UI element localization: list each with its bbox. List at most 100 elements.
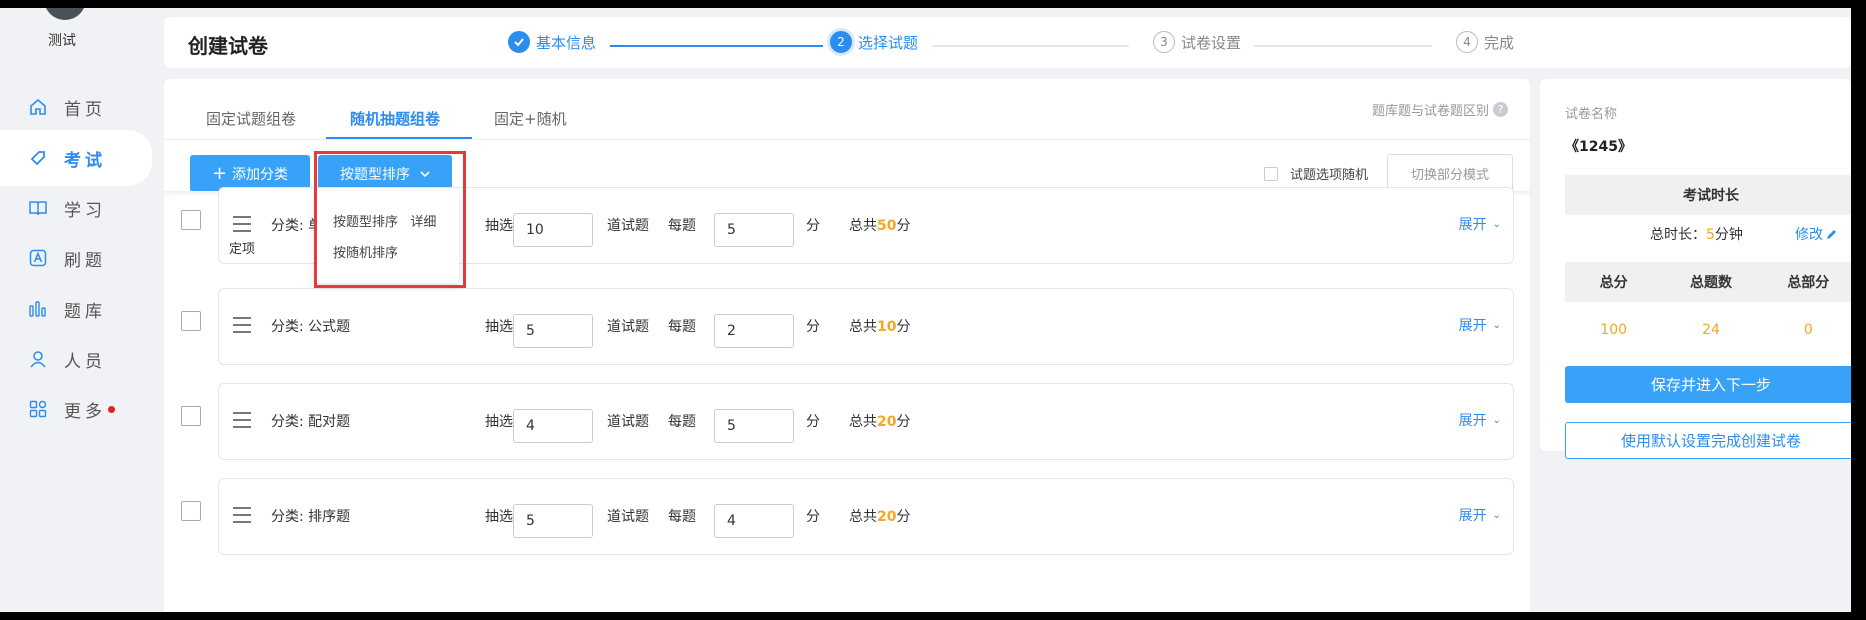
questions-label: 道试题 bbox=[607, 218, 649, 234]
tab-fixed[interactable]: 固定试题组卷 bbox=[206, 108, 296, 129]
sidebar-item-exam[interactable]: 考试 bbox=[0, 130, 152, 186]
category-row: 分类: 排序题 抽选 5 道试题 每题 4 分 总共20分 展开 ⌄ bbox=[218, 478, 1514, 555]
step-number: 3 bbox=[1153, 31, 1175, 53]
category-name: 分类: 排序题 bbox=[271, 509, 351, 525]
sort-option-detail-link[interactable]: 详细 bbox=[410, 215, 436, 230]
sidebar-item-label: 刷题 bbox=[64, 250, 106, 271]
row-checkbox[interactable] bbox=[181, 210, 201, 230]
category-row: 分类: 配对题 抽选 4 道试题 每题 5 分 总共20分 展开 ⌄ bbox=[218, 383, 1514, 460]
row-total: 总共20分 bbox=[849, 414, 911, 430]
app-frame: 测试 首页 考试 学习 刷题 题库 人员 更多 创建试卷 基本信息 2 选择试题… bbox=[0, 8, 1851, 612]
sidebar-item-practice[interactable]: 刷题 bbox=[0, 230, 152, 286]
random-option[interactable]: 试题选项随机 bbox=[1264, 164, 1368, 183]
totals-header: 总分 总题数 总部分 bbox=[1565, 262, 1851, 302]
total-score: 100 bbox=[1600, 322, 1628, 338]
username: 测试 bbox=[48, 33, 76, 49]
bars-icon bbox=[28, 299, 48, 319]
row-checkbox[interactable] bbox=[181, 406, 201, 426]
points-label: 分 bbox=[806, 414, 820, 430]
sidebar-item-more[interactable]: 更多 bbox=[0, 381, 152, 437]
sidebar-item-bank[interactable]: 题库 bbox=[0, 281, 152, 337]
avatar[interactable] bbox=[44, 8, 86, 20]
step-number: 2 bbox=[830, 31, 852, 53]
question-count-input[interactable]: 4 bbox=[513, 409, 593, 443]
points-label: 分 bbox=[806, 509, 820, 525]
use-default-button[interactable]: 使用默认设置完成创建试卷 bbox=[1565, 422, 1851, 459]
category-row: 分类: 公式题 抽选 5 道试题 每题 2 分 总共10分 展开 ⌄ bbox=[218, 288, 1514, 365]
row-checkbox[interactable] bbox=[181, 501, 201, 521]
person-icon bbox=[28, 349, 48, 369]
apps-icon bbox=[28, 399, 48, 419]
questions-label: 道试题 bbox=[607, 319, 649, 335]
questions-label: 道试题 bbox=[607, 509, 649, 525]
expand-button[interactable]: 展开 ⌄ bbox=[1459, 410, 1501, 430]
edit-duration-link[interactable]: 修改 bbox=[1795, 224, 1837, 244]
expand-button[interactable]: 展开 ⌄ bbox=[1459, 505, 1501, 525]
sort-option-random[interactable]: 按随机排序 bbox=[333, 242, 398, 261]
notification-dot bbox=[108, 405, 115, 413]
score-input[interactable]: 5 bbox=[714, 213, 794, 247]
summary-panel: 试卷名称 《1245》 考试时长 总时长：5分钟 修改 总分 总题数 总部分 1… bbox=[1540, 79, 1851, 459]
step-connector bbox=[610, 45, 823, 47]
help-link[interactable]: 题库题与试卷题区别 ? bbox=[1372, 100, 1508, 119]
sidebar-item-study[interactable]: 学习 bbox=[0, 180, 152, 236]
tab-random[interactable]: 随机抽题组卷 bbox=[350, 108, 440, 129]
total-questions: 24 bbox=[1702, 322, 1720, 338]
total-value: 10 bbox=[877, 319, 897, 335]
page-title: 创建试卷 bbox=[188, 34, 268, 58]
step-number: 4 bbox=[1456, 31, 1478, 53]
step-connector bbox=[1254, 45, 1432, 47]
drag-handle-icon[interactable] bbox=[233, 216, 251, 237]
sidebar-item-label: 首页 bbox=[64, 99, 106, 120]
step-label: 完成 bbox=[1484, 33, 1515, 52]
sidebar-item-label: 学习 bbox=[64, 200, 106, 221]
score-input[interactable]: 5 bbox=[714, 409, 794, 443]
pencil-icon bbox=[1827, 229, 1836, 239]
question-count-input[interactable]: 5 bbox=[513, 504, 593, 538]
add-category-label: 添加分类 bbox=[232, 166, 289, 183]
paper-name-label: 试卷名称 bbox=[1565, 107, 1618, 122]
step-label: 试卷设置 bbox=[1181, 33, 1242, 52]
sidebar-item-people[interactable]: 人员 bbox=[0, 331, 152, 387]
each-label: 每题 bbox=[668, 218, 696, 234]
category-name-overflow: 定项 bbox=[229, 242, 256, 257]
plus-icon: + bbox=[211, 162, 228, 184]
random-option-checkbox[interactable] bbox=[1264, 166, 1278, 181]
duration-header: 考试时长 bbox=[1565, 175, 1851, 215]
sort-option-by-type[interactable]: 按题型排序 详细 bbox=[333, 211, 436, 230]
drag-handle-icon[interactable] bbox=[233, 317, 251, 338]
chevron-down-icon: ⌄ bbox=[1492, 414, 1501, 426]
step-connector bbox=[932, 45, 1129, 47]
check-icon bbox=[508, 31, 530, 53]
sidebar-item-label: 考试 bbox=[64, 150, 106, 171]
points-label: 分 bbox=[806, 218, 820, 234]
sort-dropdown-menu: 按题型排序 详细 按随机排序 bbox=[315, 191, 459, 283]
save-next-button[interactable]: 保存并进入下一步 bbox=[1565, 366, 1851, 403]
total-value: 20 bbox=[877, 414, 897, 430]
duration-text: 总时长：5分钟 bbox=[1650, 227, 1743, 243]
main-panel: 固定试题组卷 随机抽题组卷 固定+随机 题库题与试卷题区别 ? + 添加分类 按… bbox=[164, 79, 1530, 612]
home-icon bbox=[28, 97, 48, 117]
total-parts: 0 bbox=[1803, 322, 1813, 338]
questions-label: 道试题 bbox=[607, 414, 649, 430]
step-finish: 4 完成 bbox=[1456, 31, 1514, 53]
step-label: 选择试题 bbox=[858, 33, 919, 52]
tab-mixed[interactable]: 固定+随机 bbox=[494, 108, 567, 129]
sidebar-item-home[interactable]: 首页 bbox=[0, 79, 152, 135]
points-label: 分 bbox=[806, 319, 820, 335]
pick-label: 抽选 bbox=[485, 319, 513, 335]
paper-name: 《1245》 bbox=[1565, 139, 1632, 155]
score-input[interactable]: 2 bbox=[714, 314, 794, 348]
book-icon bbox=[28, 198, 48, 218]
row-checkbox[interactable] bbox=[181, 311, 201, 331]
score-input[interactable]: 4 bbox=[714, 504, 794, 538]
letter-a-icon bbox=[28, 248, 48, 268]
expand-button[interactable]: 展开 ⌄ bbox=[1459, 214, 1501, 234]
drag-handle-icon[interactable] bbox=[233, 412, 251, 433]
question-count-input[interactable]: 10 bbox=[513, 213, 593, 247]
expand-button[interactable]: 展开 ⌄ bbox=[1459, 315, 1501, 335]
category-name: 分类: 配对题 bbox=[271, 414, 351, 430]
duration-row: 总时长：5分钟 修改 bbox=[1565, 214, 1851, 254]
question-count-input[interactable]: 5 bbox=[513, 314, 593, 348]
drag-handle-icon[interactable] bbox=[233, 507, 251, 528]
